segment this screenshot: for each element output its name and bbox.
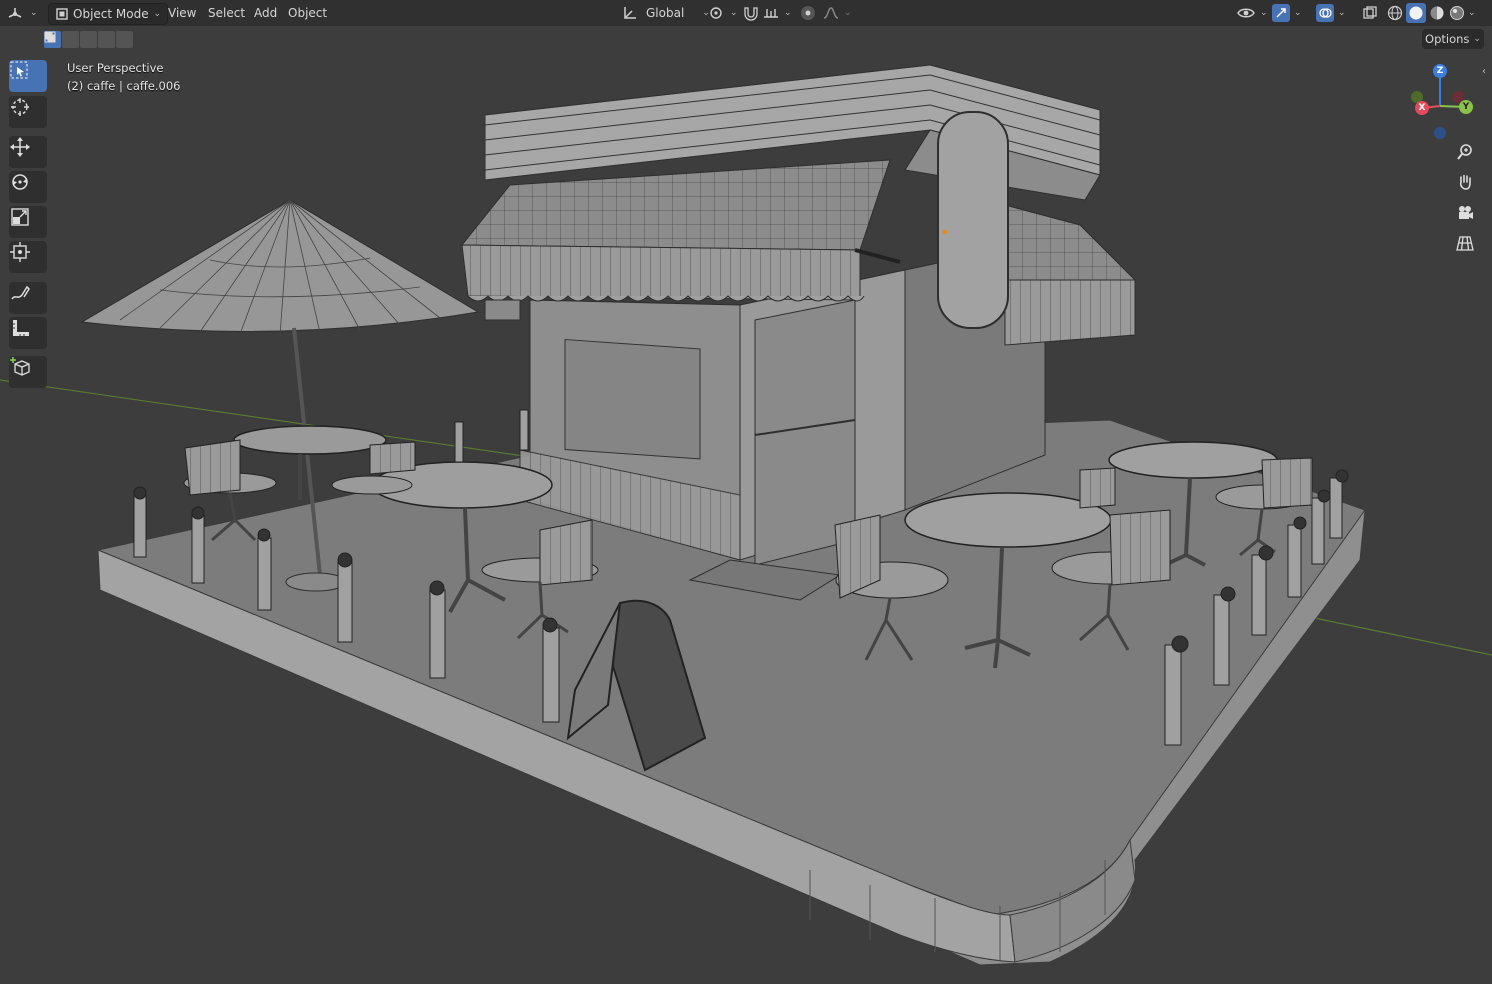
xray-icon: [1362, 5, 1378, 21]
3d-viewport[interactable]: User Perspective (2) caffe | caffe.006 O…: [0, 26, 1492, 984]
falloff-curve-icon: [822, 5, 840, 21]
chevron-down-icon: ⌄: [1260, 8, 1268, 18]
proportional-editing-toggle[interactable]: [798, 3, 818, 23]
add-cube-tool[interactable]: [9, 356, 47, 388]
snap-increment-icon: [762, 5, 780, 21]
z-axis-label: Z: [1436, 66, 1444, 76]
chevron-down-icon: ⌄: [784, 8, 792, 18]
scale-tool[interactable]: [9, 206, 47, 238]
move-tool[interactable]: [9, 136, 47, 168]
chevron-down-icon: ⌄: [153, 9, 161, 19]
snap-target-dropdown[interactable]: ⌄: [762, 3, 792, 23]
measure-ruler-icon: [13, 320, 29, 336]
cursor-tool[interactable]: [9, 96, 47, 128]
options-label: Options: [1425, 32, 1470, 46]
cursor-icon: [11, 98, 29, 116]
add-cube-icon: [10, 357, 30, 376]
select-box-tool[interactable]: [9, 60, 47, 92]
camera-icon: [1459, 206, 1473, 219]
visibility-dropdown[interactable]: ⌄: [1236, 3, 1268, 23]
solid-shading-icon[interactable]: [1406, 3, 1426, 23]
scale-icon: [11, 208, 29, 226]
xray-toggle[interactable]: [1362, 3, 1378, 23]
magnet-icon: [742, 5, 760, 21]
hand-icon: [1459, 174, 1471, 190]
select-invert-icon[interactable]: [44, 31, 115, 48]
pan-button[interactable]: [1456, 173, 1482, 199]
x-axis-label: X: [1418, 103, 1426, 113]
chevron-down-icon[interactable]: ⌄: [1468, 8, 1476, 18]
menu-view[interactable]: View: [168, 3, 196, 23]
options-dropdown[interactable]: Options ⌄: [1422, 29, 1484, 49]
zoom-magnifier-icon: [1457, 144, 1472, 160]
proportional-editing-icon: [798, 4, 818, 22]
chevron-down-icon: ⌄: [1338, 8, 1346, 18]
z-axis-button[interactable]: Z: [1433, 64, 1447, 78]
snap-toggle[interactable]: [742, 3, 760, 23]
navigation-gizmo[interactable]: Z Y X: [1398, 60, 1482, 144]
move-icon: [10, 137, 30, 157]
view-name-label: User Perspective: [67, 61, 164, 75]
mode-label: Object Mode: [73, 7, 149, 21]
gizmo-icon: [1272, 4, 1290, 22]
orientation-axes-icon: [622, 5, 638, 21]
overlays-toggle[interactable]: ⌄: [1316, 3, 1346, 23]
negative-z-axis-dot[interactable]: [1434, 127, 1446, 139]
select-intersect-icon[interactable]: [44, 31, 133, 48]
scene-render: [0, 64, 1492, 966]
selection-mode-group: [44, 31, 133, 48]
rotate-icon: [12, 174, 28, 190]
material-shading-icon[interactable]: [1428, 4, 1446, 22]
viewport-header: ⌄ Object Mode ⌄ View Select Add Object G…: [0, 0, 1492, 26]
sidebar-toggle-arrow-icon[interactable]: ‹: [1482, 66, 1492, 82]
falloff-dropdown[interactable]: ⌄: [822, 3, 852, 23]
transform-tool[interactable]: [9, 241, 47, 273]
chevron-down-icon: ⌄: [730, 8, 738, 18]
chevron-down-icon: ⌄: [30, 8, 38, 18]
y-axis-button[interactable]: Y: [1459, 100, 1473, 114]
select-subtract-icon[interactable]: [44, 31, 97, 48]
measure-tool[interactable]: [9, 317, 47, 349]
x-axis-line-right: [1299, 614, 1492, 656]
perspective-grid-icon: [1456, 236, 1474, 251]
projection-toggle-button[interactable]: [1456, 234, 1482, 260]
x-axis-button[interactable]: X: [1415, 101, 1429, 115]
select-box-icon: [10, 61, 28, 79]
object-info-label: (2) caffe | caffe.006: [67, 79, 181, 93]
orientation-label: Global: [646, 6, 685, 20]
chevron-down-icon: ⌄: [1473, 34, 1481, 44]
zoom-button[interactable]: [1456, 143, 1482, 169]
chevron-down-icon: ⌄: [844, 8, 852, 18]
eye-icon: [1236, 5, 1256, 21]
y-axis-label: Y: [1462, 102, 1470, 112]
menu-select[interactable]: Select: [208, 3, 245, 23]
annotate-pencil-icon: [11, 285, 30, 300]
object-mode-icon: [55, 7, 69, 21]
gizmo-toggle[interactable]: ⌄: [1272, 3, 1302, 23]
rendered-shading-icon[interactable]: [1448, 4, 1466, 22]
annotate-tool[interactable]: [9, 282, 47, 314]
rotate-tool[interactable]: [9, 171, 47, 203]
transform-orientation-dropdown[interactable]: Global ⌄: [622, 3, 710, 23]
3d-viewport-icon: [6, 5, 26, 21]
menu-object[interactable]: Object: [288, 3, 327, 23]
menu-add[interactable]: Add: [254, 3, 277, 23]
overlays-icon: [1316, 4, 1334, 22]
wireframe-shading-icon[interactable]: [1386, 4, 1404, 22]
camera-view-button[interactable]: [1456, 204, 1482, 230]
select-extend-icon[interactable]: [45, 31, 79, 48]
mode-dropdown[interactable]: Object Mode ⌄: [48, 3, 168, 25]
pivot-point-dropdown[interactable]: ⌄: [708, 3, 738, 23]
pivot-point-icon: [708, 5, 726, 21]
transform-icon: [10, 242, 30, 262]
chevron-down-icon: ⌄: [1294, 8, 1302, 18]
editor-type-dropdown[interactable]: ⌄: [6, 3, 38, 23]
shading-mode-group: ⌄: [1386, 3, 1476, 23]
